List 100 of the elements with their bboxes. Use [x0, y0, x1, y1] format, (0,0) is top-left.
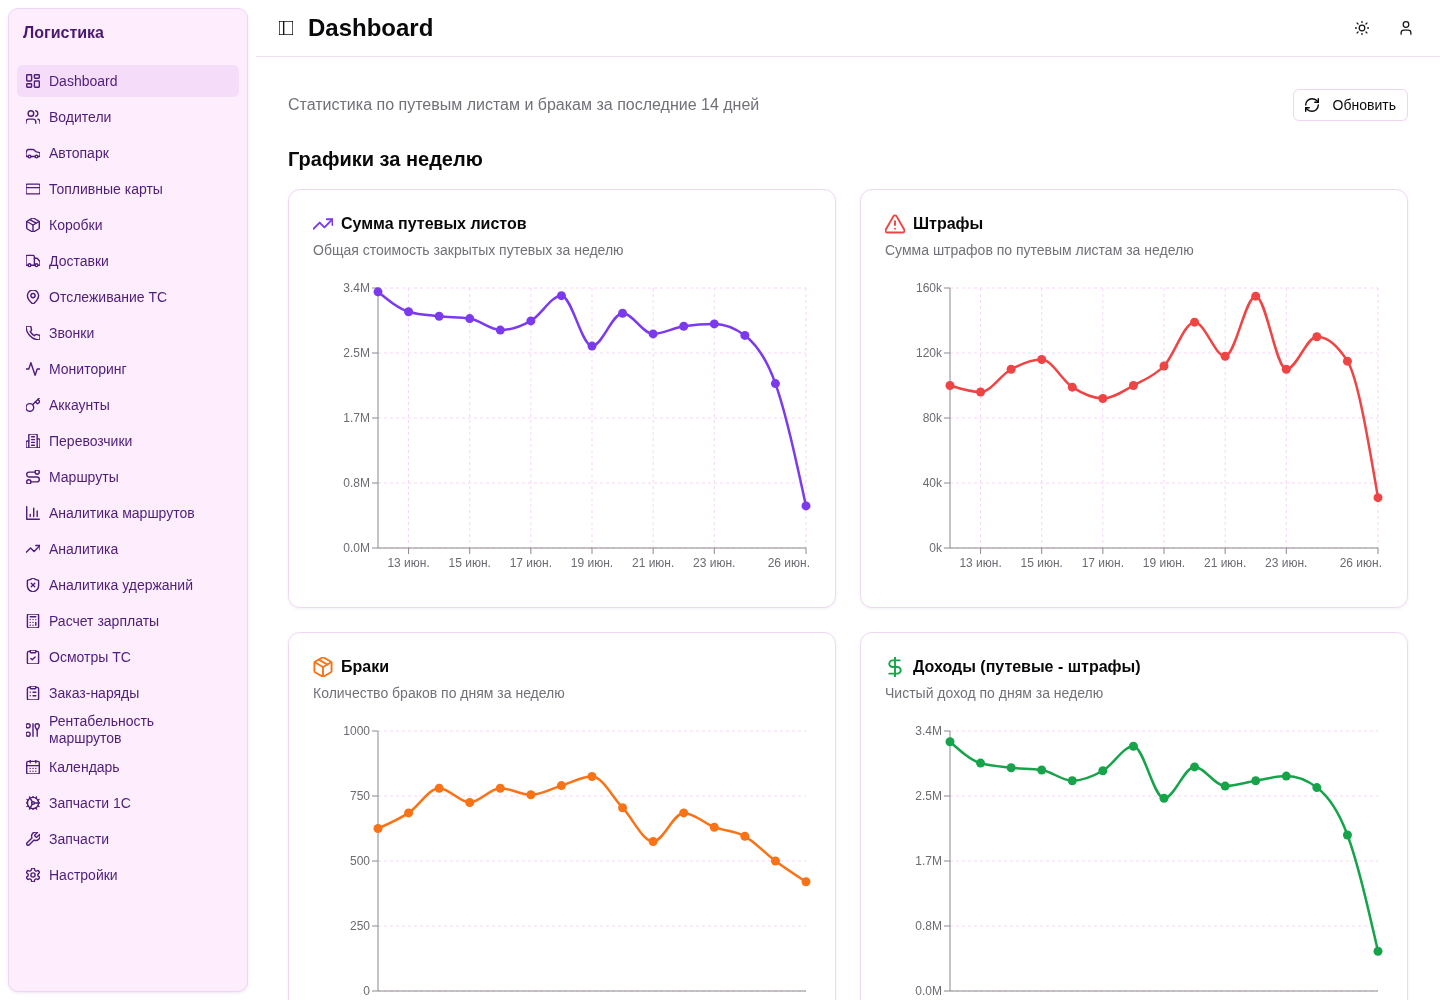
- data-point: [648, 837, 658, 846]
- pulse-icon: [26, 362, 40, 376]
- axis-label: 15 июн.: [1020, 556, 1063, 570]
- credit-card-icon: [26, 182, 40, 196]
- axis-label: 250: [349, 919, 370, 933]
- sidebar-item[interactable]: Доставки: [17, 245, 239, 277]
- data-point: [1220, 781, 1230, 791]
- sidebar-item[interactable]: Заказ-наряды: [17, 677, 239, 709]
- axis-label: 80k: [922, 411, 942, 425]
- sidebar-item[interactable]: Аналитика: [17, 533, 239, 565]
- axis-label: 26 июн.: [1339, 556, 1382, 570]
- data-point: [465, 314, 475, 324]
- section-title: Графики за неделю: [288, 147, 484, 172]
- data-point: [709, 319, 719, 329]
- data-point: [373, 824, 383, 833]
- sidebar-item[interactable]: Аккаунты: [17, 389, 239, 421]
- sidebar-item[interactable]: Маршруты: [17, 461, 239, 493]
- sidebar-item[interactable]: Рентабельность маршрутов: [17, 713, 239, 747]
- sidebar-item[interactable]: Перевозчики: [17, 425, 239, 457]
- card-description: Общая стоимость закрытых путевых за неделю: [313, 241, 625, 260]
- dollar-icon: [885, 657, 905, 677]
- sidebar-item[interactable]: Звонки: [17, 317, 239, 349]
- data-point: [495, 783, 505, 793]
- sidebar-item[interactable]: Расчет зарплаты: [17, 605, 239, 637]
- cog-icon: [26, 796, 40, 810]
- axis-label: 26 июн.: [767, 556, 810, 570]
- data-point: [1037, 355, 1047, 364]
- data-point: [404, 307, 414, 317]
- sidebar-title: Логистика: [22, 23, 105, 43]
- sidebar-item[interactable]: Календарь: [17, 751, 239, 783]
- axis-label: 13 июн.: [959, 556, 1002, 570]
- truck-icon: [26, 254, 40, 268]
- warning-icon: [885, 214, 905, 234]
- data-point: [1373, 946, 1383, 956]
- data-point: [679, 808, 689, 818]
- axis-label: 0k: [929, 541, 942, 555]
- axis-label: 17 июн.: [509, 556, 553, 570]
- data-point: [740, 831, 750, 841]
- users-icon: [26, 110, 40, 124]
- data-point: [1006, 364, 1016, 374]
- sidebar-item[interactable]: Автопарк: [17, 137, 239, 169]
- shield-x-icon: [26, 578, 40, 592]
- data-point: [1098, 766, 1108, 776]
- sidebar-item[interactable]: Dashboard: [17, 65, 239, 97]
- axis-label: 13 июн.: [387, 556, 430, 570]
- waypoints-icon: [26, 723, 40, 737]
- data-point: [1128, 381, 1138, 390]
- refresh-icon: [1304, 98, 1319, 112]
- dashboard-grid-icon: [26, 74, 40, 88]
- panel-left-icon: [279, 21, 293, 35]
- axis-label: 19 июн.: [570, 556, 614, 570]
- axis-label: 1.7M: [343, 411, 370, 425]
- sidebar-item[interactable]: Мониторинг: [17, 353, 239, 385]
- data-point: [1312, 783, 1322, 793]
- sidebar-item[interactable]: Осмотры ТС: [17, 641, 239, 673]
- data-point: [801, 877, 811, 887]
- phone-icon: [26, 326, 40, 340]
- axis-label: 0.8M: [343, 476, 370, 490]
- data-point: [1373, 493, 1383, 503]
- data-point: [434, 311, 444, 321]
- data-point: [1037, 765, 1047, 775]
- sidebar-item[interactable]: Запчасти 1С: [17, 787, 239, 819]
- data-point: [495, 325, 505, 335]
- axis-label: 500: [349, 854, 370, 868]
- card-description: Количество браков по дням за неделю: [313, 684, 566, 703]
- data-point: [465, 798, 475, 807]
- route-icon: [26, 470, 40, 484]
- data-point: [618, 308, 628, 318]
- data-point: [1281, 364, 1291, 374]
- axis-label: 19 июн.: [1142, 556, 1186, 570]
- card-title: Штрафы: [913, 214, 984, 234]
- sidebar-item[interactable]: Топливные карты: [17, 173, 239, 205]
- refresh-button[interactable]: Обновить: [1292, 89, 1408, 121]
- sidebar-item[interactable]: Водители: [17, 101, 239, 133]
- sidebar-item[interactable]: Аналитика маршрутов: [17, 497, 239, 529]
- trend-up-icon: [26, 542, 40, 556]
- calculator-icon: [26, 614, 40, 628]
- data-point: [976, 387, 986, 397]
- data-point: [1159, 793, 1169, 803]
- map-pin-icon: [26, 290, 40, 304]
- sidebar-item[interactable]: Коробки: [17, 209, 239, 241]
- axis-label: 2.5M: [915, 789, 942, 803]
- data-point: [1342, 830, 1352, 840]
- sidebar-item[interactable]: Запчасти: [17, 823, 239, 855]
- card-description: Сумма штрафов по путевым листам за неделю: [885, 241, 1195, 260]
- car-icon: [26, 146, 40, 160]
- sidebar-item[interactable]: Настройки: [17, 859, 239, 891]
- axis-label: 2.5M: [343, 346, 370, 360]
- data-point: [1220, 351, 1230, 361]
- data-point: [556, 291, 566, 301]
- sidebar-item[interactable]: Аналитика удержаний: [17, 569, 239, 601]
- sidebar-item[interactable]: Отслеживание ТС: [17, 281, 239, 313]
- axis-label: 23 июн.: [1265, 556, 1308, 570]
- box-icon: [26, 218, 40, 232]
- sun-icon: [1355, 21, 1369, 35]
- data-point: [556, 781, 566, 791]
- data-point: [945, 381, 955, 390]
- axis-label: 40k: [922, 476, 942, 490]
- data-point: [1251, 776, 1261, 786]
- axis-label: 750: [349, 789, 370, 803]
